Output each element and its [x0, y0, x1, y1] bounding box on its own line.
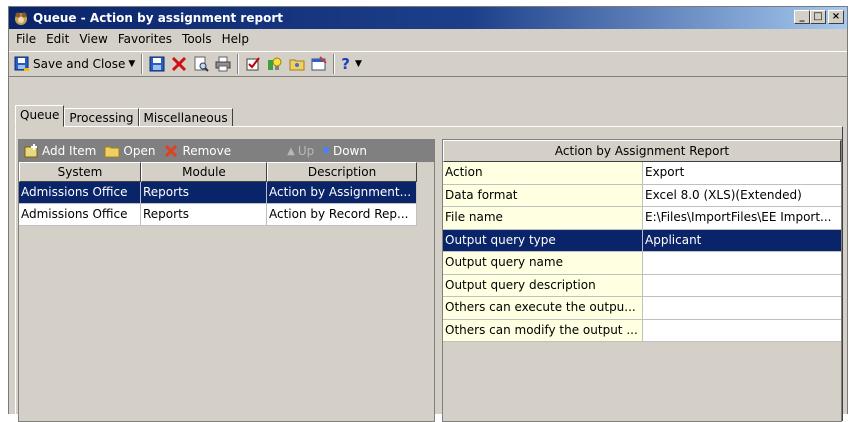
remove-x-icon	[163, 143, 179, 159]
check-button[interactable]	[242, 53, 264, 75]
property-value[interactable]	[643, 252, 841, 275]
maximize-button[interactable]: □	[810, 10, 826, 24]
properties-header: Action by Assignment Report	[443, 140, 841, 162]
save-close-icon	[14, 56, 30, 72]
delete-button[interactable]	[168, 53, 190, 75]
save-button[interactable]	[146, 53, 168, 75]
property-value[interactable]: E:\Files\ImportFiles\EE Import...	[643, 207, 841, 230]
cell-system: Admissions Office	[19, 204, 141, 226]
cell-system: Admissions Office	[19, 182, 141, 204]
title-bar: Queue - Action by assignment report _ □ …	[9, 7, 847, 29]
cell-module: Reports	[141, 204, 267, 226]
property-row[interactable]: Data format Excel 8.0 (XLS)(Extended)	[443, 184, 841, 207]
property-value[interactable]: Export	[643, 162, 841, 185]
menu-tools[interactable]: Tools	[177, 32, 217, 46]
property-row[interactable]: Others can execute the outpu...	[443, 297, 841, 320]
column-header-system[interactable]: System	[19, 162, 141, 182]
column-header-description[interactable]: Description	[267, 162, 417, 182]
chevron-down-icon[interactable]: ▼	[355, 59, 362, 69]
column-header-module[interactable]: Module	[141, 162, 267, 182]
property-value[interactable]	[643, 297, 841, 320]
checkbox-icon	[245, 56, 261, 72]
table-row[interactable]: Admissions Office Reports Action by Assi…	[19, 182, 434, 204]
property-value[interactable]: Excel 8.0 (XLS)(Extended)	[643, 184, 841, 207]
folder-button[interactable]	[286, 53, 308, 75]
toolbar-separator	[237, 54, 240, 74]
property-row[interactable]: Output query type Applicant	[443, 229, 841, 252]
property-value[interactable]: Applicant	[643, 229, 841, 252]
property-key: Others can execute the outpu...	[443, 297, 643, 320]
minimize-button[interactable]: _	[794, 10, 810, 24]
toolbar-separator	[333, 54, 336, 74]
menu-file[interactable]: File	[11, 32, 41, 46]
add-item-icon	[23, 143, 39, 159]
properties-pane: Action by Assignment Report Action Expor…	[442, 139, 842, 422]
print-preview-button[interactable]	[190, 53, 212, 75]
property-key: Others can modify the output ...	[443, 319, 643, 342]
menu-view[interactable]: View	[74, 32, 112, 46]
close-button[interactable]: ×	[828, 10, 844, 24]
cell-description: Action by Record Rep...	[267, 204, 417, 226]
property-row[interactable]: Output query description	[443, 274, 841, 297]
properties-icon	[311, 56, 327, 72]
open-folder-icon	[104, 143, 120, 159]
main-toolbar: Save and Close ▼ ? ▼	[9, 51, 847, 77]
property-row[interactable]: Output query name	[443, 252, 841, 275]
help-icon: ?	[341, 55, 350, 73]
remove-button[interactable]: Remove	[163, 143, 231, 159]
menu-bar: File Edit View Favorites Tools Help	[9, 29, 847, 49]
property-row[interactable]: File name E:\Files\ImportFiles\EE Import…	[443, 207, 841, 230]
table-row[interactable]: Admissions Office Reports Action by Reco…	[19, 204, 434, 226]
property-key: Action	[443, 162, 643, 185]
cell-description: Action by Assignment...	[267, 182, 417, 204]
window-title: Queue - Action by assignment report	[33, 11, 283, 25]
toolbar-separator	[141, 54, 144, 74]
property-key: File name	[443, 207, 643, 230]
down-button[interactable]: ▼ Down	[322, 144, 367, 158]
print-preview-icon	[193, 56, 209, 72]
property-key: Data format	[443, 184, 643, 207]
property-value[interactable]	[643, 274, 841, 297]
queue-items-toolbar: Add Item Open Remove ▲ Up ▼ Down	[19, 140, 434, 162]
lightbulb-icon	[267, 56, 283, 72]
folder-icon	[289, 56, 305, 72]
tab-queue[interactable]: Queue	[15, 105, 65, 127]
tab-miscellaneous[interactable]: Miscellaneous	[138, 108, 233, 127]
red-x-icon	[171, 56, 187, 72]
properties-button[interactable]	[308, 53, 330, 75]
property-key: Output query type	[443, 229, 643, 252]
property-key: Output query name	[443, 252, 643, 275]
printer-icon	[215, 56, 231, 72]
property-row[interactable]: Others can modify the output ...	[443, 319, 841, 342]
tab-processing[interactable]: Processing	[64, 108, 139, 127]
grid-header: System Module Description	[19, 162, 434, 182]
save-and-close-label: Save and Close	[33, 57, 126, 71]
queue-tab-panel: Add Item Open Remove ▲ Up ▼ Down System …	[15, 126, 843, 422]
save-and-close-button[interactable]: Save and Close ▼	[11, 53, 138, 75]
up-arrow-icon: ▲	[287, 145, 295, 157]
print-button[interactable]	[212, 53, 234, 75]
menu-help[interactable]: Help	[217, 32, 254, 46]
property-value[interactable]	[643, 319, 841, 342]
chevron-down-icon[interactable]: ▼	[128, 59, 135, 69]
property-key: Output query description	[443, 274, 643, 297]
down-arrow-icon: ▼	[322, 145, 330, 157]
cell-module: Reports	[141, 182, 267, 204]
up-button[interactable]: ▲ Up	[287, 144, 314, 158]
open-button[interactable]: Open	[104, 143, 155, 159]
floppy-disk-icon	[149, 56, 165, 72]
queue-window: Queue - Action by assignment report _ □ …	[8, 6, 848, 422]
menu-edit[interactable]: Edit	[41, 32, 74, 46]
validate-button[interactable]	[264, 53, 286, 75]
app-icon	[13, 10, 29, 26]
menu-favorites[interactable]: Favorites	[113, 32, 177, 46]
tab-strip: Queue Processing Miscellaneous	[15, 105, 233, 127]
queue-items-pane: Add Item Open Remove ▲ Up ▼ Down System …	[18, 139, 435, 422]
help-button[interactable]: ? ▼	[338, 53, 365, 75]
add-item-button[interactable]: Add Item	[23, 143, 96, 159]
property-row[interactable]: Action Export	[443, 162, 841, 185]
